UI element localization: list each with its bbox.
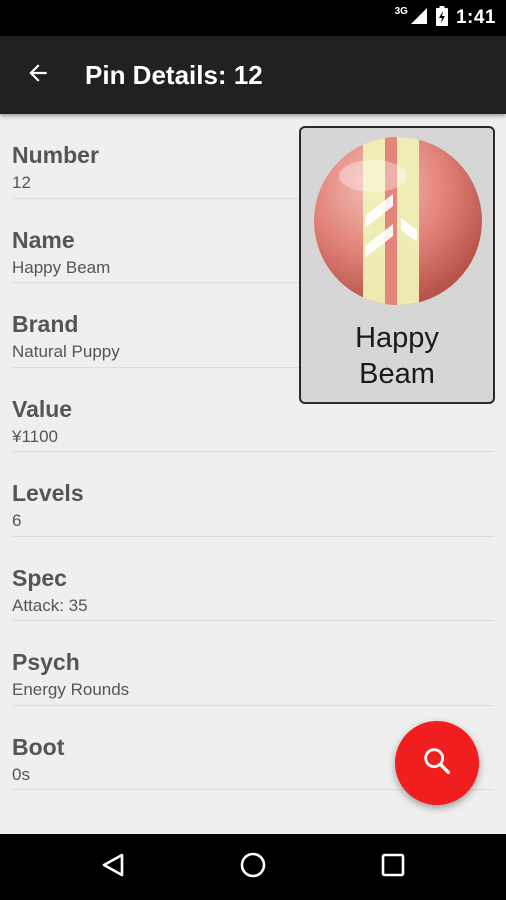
- field-value: ¥1100: [12, 426, 59, 446]
- page-title: Pin Details: 12: [85, 60, 263, 90]
- signal-icon: [410, 7, 428, 30]
- field-levels: Levels 6: [12, 452, 494, 537]
- status-time: 1:41: [455, 7, 496, 28]
- field-label: Levels: [12, 480, 84, 506]
- battery-icon: [435, 5, 448, 31]
- home-circle-icon: [239, 851, 267, 884]
- arrow-back-icon: [25, 60, 51, 91]
- pin-image: [313, 136, 483, 311]
- pin-name: Happy Beam: [301, 320, 493, 392]
- status-bar: 3G 1:41: [0, 0, 506, 36]
- network-type-label: 3G: [394, 5, 408, 17]
- nav-home-button[interactable]: [231, 845, 275, 889]
- field-psych: Psych Energy Rounds: [12, 621, 494, 706]
- field-value: Attack: 35: [12, 595, 88, 615]
- field-value: 6: [12, 511, 22, 530]
- nav-back-button[interactable]: [91, 845, 135, 889]
- pin-name-line1: Happy: [355, 322, 439, 354]
- field-spec: Spec Attack: 35: [12, 537, 494, 621]
- field-label: Spec: [12, 564, 67, 591]
- field-label: Psych: [12, 649, 80, 675]
- recents-square-icon: [380, 852, 406, 883]
- pin-name-line2: Beam: [359, 358, 435, 390]
- search-icon: [420, 744, 454, 783]
- back-button[interactable]: [18, 55, 58, 95]
- back-triangle-icon: [100, 852, 126, 883]
- pin-card[interactable]: Happy Beam: [299, 126, 495, 404]
- navigation-bar: [0, 834, 506, 900]
- status-icons: 3G 1:41: [395, 0, 496, 36]
- app-bar: Pin Details: 12: [0, 36, 506, 114]
- search-fab-button[interactable]: [395, 721, 479, 805]
- nav-recents-button[interactable]: [371, 845, 415, 889]
- field-value: Energy Rounds: [12, 680, 130, 699]
